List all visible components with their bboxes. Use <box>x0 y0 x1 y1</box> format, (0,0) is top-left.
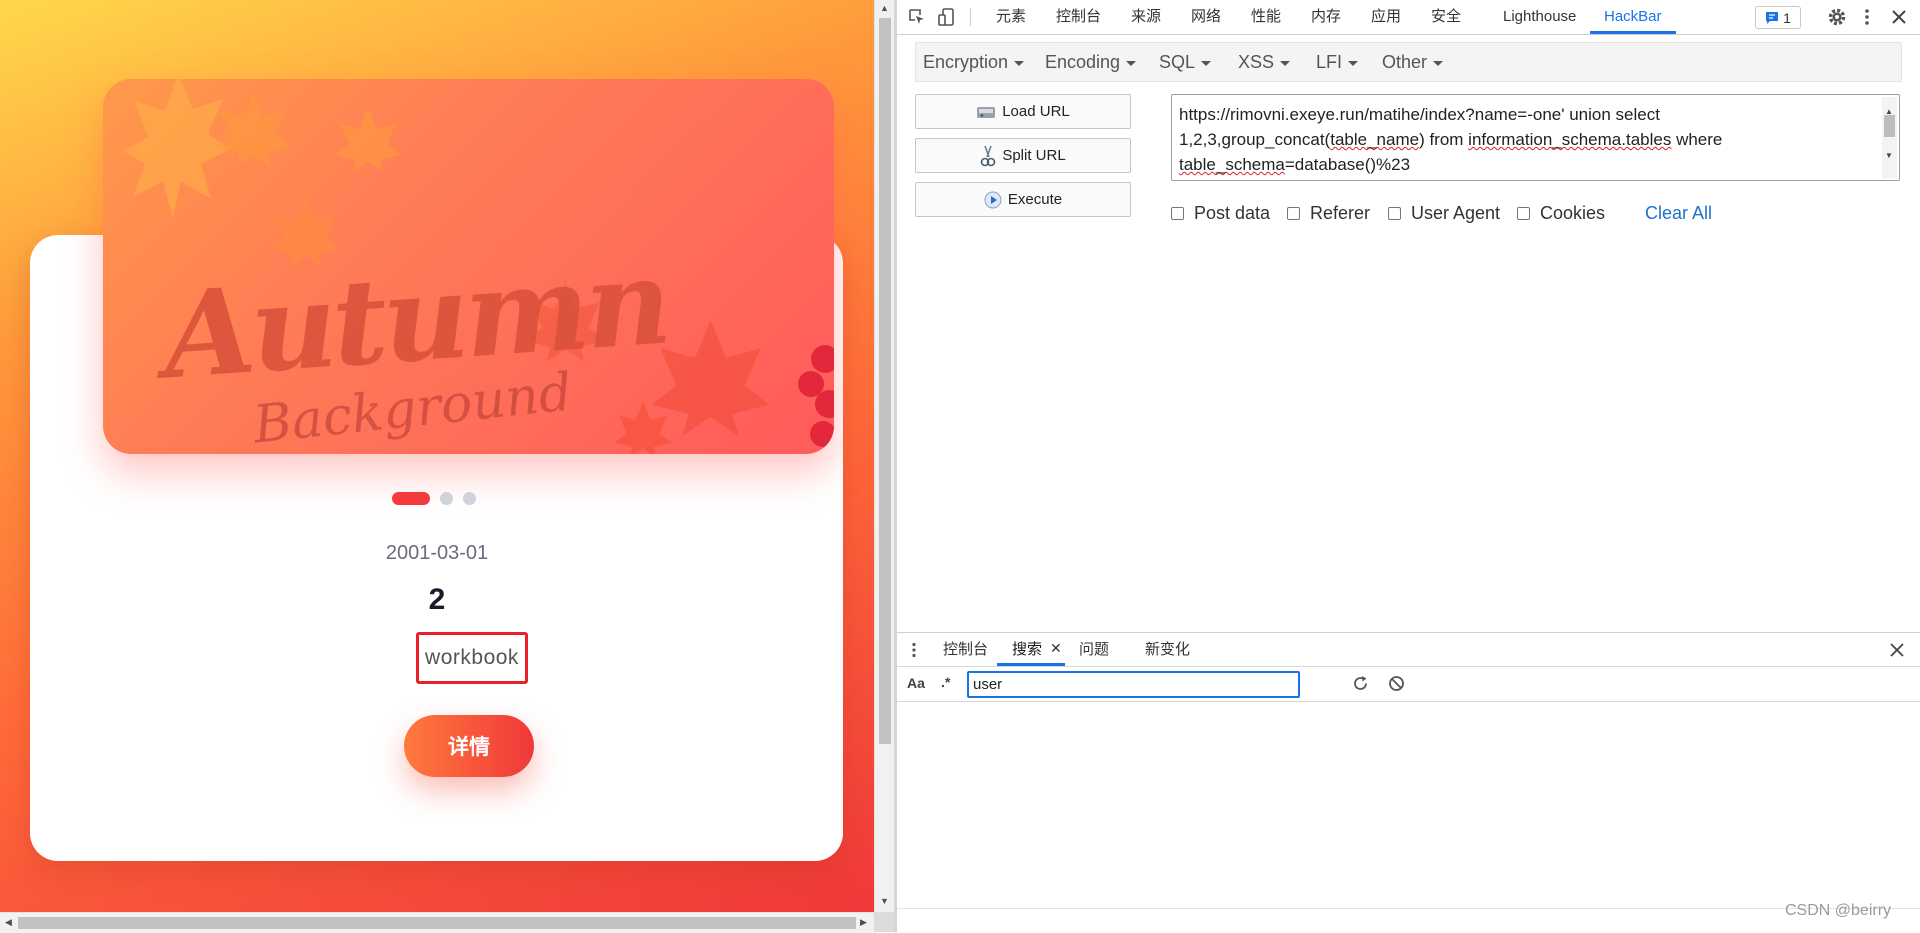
regex-toggle[interactable]: .* <box>941 674 950 690</box>
tab-application[interactable]: 应用 <box>1371 0 1401 34</box>
referer-checkbox[interactable] <box>1287 206 1300 220</box>
toolbar-divider <box>970 8 971 26</box>
watermark: CSDN @beirry <box>1785 902 1892 919</box>
tab-console[interactable]: 控制台 <box>1056 0 1101 34</box>
load-url-icon <box>977 106 996 118</box>
caret-down-icon <box>1433 60 1444 66</box>
issues-count: 1 <box>1783 9 1791 26</box>
devtools-drawer: 控制台 搜索 ✕ 问题 新变化 Aa .* <box>897 632 1920 933</box>
detail-button[interactable]: 详情 <box>404 715 534 777</box>
tab-memory[interactable]: 内存 <box>1311 0 1341 34</box>
page-horizontal-scrollbar[interactable]: ◀ ▶ <box>0 912 874 933</box>
tab-performance[interactable]: 性能 <box>1251 0 1281 34</box>
menu-encoding[interactable]: Encoding <box>1045 43 1137 81</box>
caret-down-icon <box>1280 60 1291 66</box>
spellcheck-word: table_name <box>1330 130 1420 149</box>
search-toolbar: Aa .* <box>897 667 1920 702</box>
referer-option[interactable]: Referer <box>1287 200 1370 226</box>
drawer-tab-changes[interactable]: 新变化 <box>1145 633 1190 666</box>
caret-down-icon <box>1126 60 1137 66</box>
maple-leaf-icon <box>614 402 672 454</box>
close-drawer-icon[interactable] <box>1890 643 1904 657</box>
menu-xss[interactable]: XSS <box>1238 43 1291 81</box>
user-agent-option[interactable]: User Agent <box>1388 200 1500 226</box>
devtools-panel: 元素 控制台 来源 网络 性能 内存 应用 安全 Lighthouse Hack… <box>897 0 1920 933</box>
berries-icon <box>798 345 834 447</box>
url-textarea[interactable]: https://rimovni.exeye.run/matihe/index?n… <box>1171 94 1900 181</box>
device-toolbar-icon[interactable] <box>937 7 957 27</box>
caret-down-icon <box>1014 60 1025 66</box>
close-icon[interactable] <box>1889 7 1909 27</box>
page-viewport: Autumn Background 2001-03-01 2 workbook … <box>0 0 874 912</box>
scrollbar-thumb[interactable] <box>1884 115 1895 137</box>
menu-other[interactable]: Other <box>1382 43 1444 81</box>
textarea-scrollbar[interactable]: ▲ ▼ <box>1882 97 1897 178</box>
drawer-tab-issues[interactable]: 问题 <box>1079 633 1109 666</box>
record-date: 2001-03-01 <box>385 542 489 564</box>
gear-icon[interactable] <box>1827 7 1847 27</box>
clear-search-icon[interactable] <box>1388 675 1405 692</box>
record-number: 2 <box>428 583 446 616</box>
carousel-dot[interactable] <box>463 491 476 505</box>
tab-elements[interactable]: 元素 <box>996 0 1026 34</box>
scrollbar-thumb[interactable] <box>879 18 891 744</box>
scroll-left-icon[interactable]: ◀ <box>5 917 12 928</box>
post-data-option[interactable]: Post data <box>1171 200 1270 226</box>
maple-leaf-icon <box>215 93 291 167</box>
post-data-checkbox[interactable] <box>1171 206 1184 220</box>
load-url-button[interactable]: Load URL <box>915 94 1131 129</box>
spellcheck-word: information_schema.tables <box>1468 130 1672 149</box>
carousel-dot[interactable] <box>440 491 453 505</box>
clear-all-link[interactable]: Clear All <box>1645 200 1712 226</box>
tab-hackbar[interactable]: HackBar <box>1604 0 1662 34</box>
scroll-up-icon[interactable]: ▲ <box>880 3 889 13</box>
drawer-menu-icon[interactable] <box>911 642 917 658</box>
tab-sources[interactable]: 来源 <box>1131 0 1161 34</box>
caret-down-icon <box>1348 60 1359 66</box>
highlighted-name: workbook <box>416 632 528 684</box>
more-options-icon[interactable] <box>1857 7 1877 27</box>
search-input[interactable] <box>967 671 1300 698</box>
refresh-icon[interactable] <box>1352 675 1369 692</box>
split-url-button[interactable]: Split URL <box>915 138 1131 173</box>
active-drawer-tab-indicator <box>997 663 1065 666</box>
spellcheck-word: table_schema <box>1179 155 1285 174</box>
close-tab-icon[interactable]: ✕ <box>1050 640 1062 657</box>
carousel-indicators <box>392 491 476 505</box>
scissors-icon <box>981 145 996 166</box>
menu-encryption[interactable]: Encryption <box>923 43 1025 81</box>
execute-button[interactable]: Execute <box>915 182 1131 217</box>
devtools-tab-bar: 元素 控制台 来源 网络 性能 内存 应用 安全 Lighthouse Hack… <box>897 0 1920 35</box>
play-icon <box>984 191 1002 208</box>
carousel-dot-active[interactable] <box>392 491 430 505</box>
inspect-element-icon[interactable] <box>907 7 927 27</box>
scroll-right-icon[interactable]: ▶ <box>860 917 867 928</box>
scroll-down-icon[interactable]: ▼ <box>1885 143 1893 168</box>
menu-sql[interactable]: SQL <box>1159 43 1212 81</box>
scroll-down-icon[interactable]: ▼ <box>880 896 889 906</box>
drawer-tab-bar: 控制台 搜索 ✕ 问题 新变化 <box>897 633 1920 667</box>
match-case-toggle[interactable]: Aa <box>907 675 925 691</box>
issues-badge[interactable]: 1 <box>1755 6 1801 29</box>
scrollbar-corner <box>874 912 894 932</box>
tab-lighthouse[interactable]: Lighthouse <box>1503 0 1576 34</box>
drawer-tab-search[interactable]: 搜索 <box>1012 633 1042 666</box>
active-tab-indicator <box>1590 31 1676 34</box>
caret-down-icon <box>1201 60 1212 66</box>
status-divider <box>897 908 1920 909</box>
scrollbar-thumb[interactable] <box>18 917 856 929</box>
hackbar-menu: Encryption Encoding SQL XSS LFI Other <box>915 42 1902 82</box>
message-icon <box>1766 11 1779 24</box>
tab-security[interactable]: 安全 <box>1431 0 1461 34</box>
cookies-checkbox[interactable] <box>1517 206 1530 220</box>
menu-lfi[interactable]: LFI <box>1316 43 1359 81</box>
drawer-tab-console[interactable]: 控制台 <box>943 633 988 666</box>
maple-leaf-icon <box>334 107 402 173</box>
tab-network[interactable]: 网络 <box>1191 0 1221 34</box>
user-agent-checkbox[interactable] <box>1388 206 1401 220</box>
cookies-option[interactable]: Cookies <box>1517 200 1605 226</box>
page-vertical-scrollbar[interactable]: ▲ ▼ <box>874 0 895 912</box>
carousel-banner[interactable]: Autumn Background <box>103 79 834 454</box>
